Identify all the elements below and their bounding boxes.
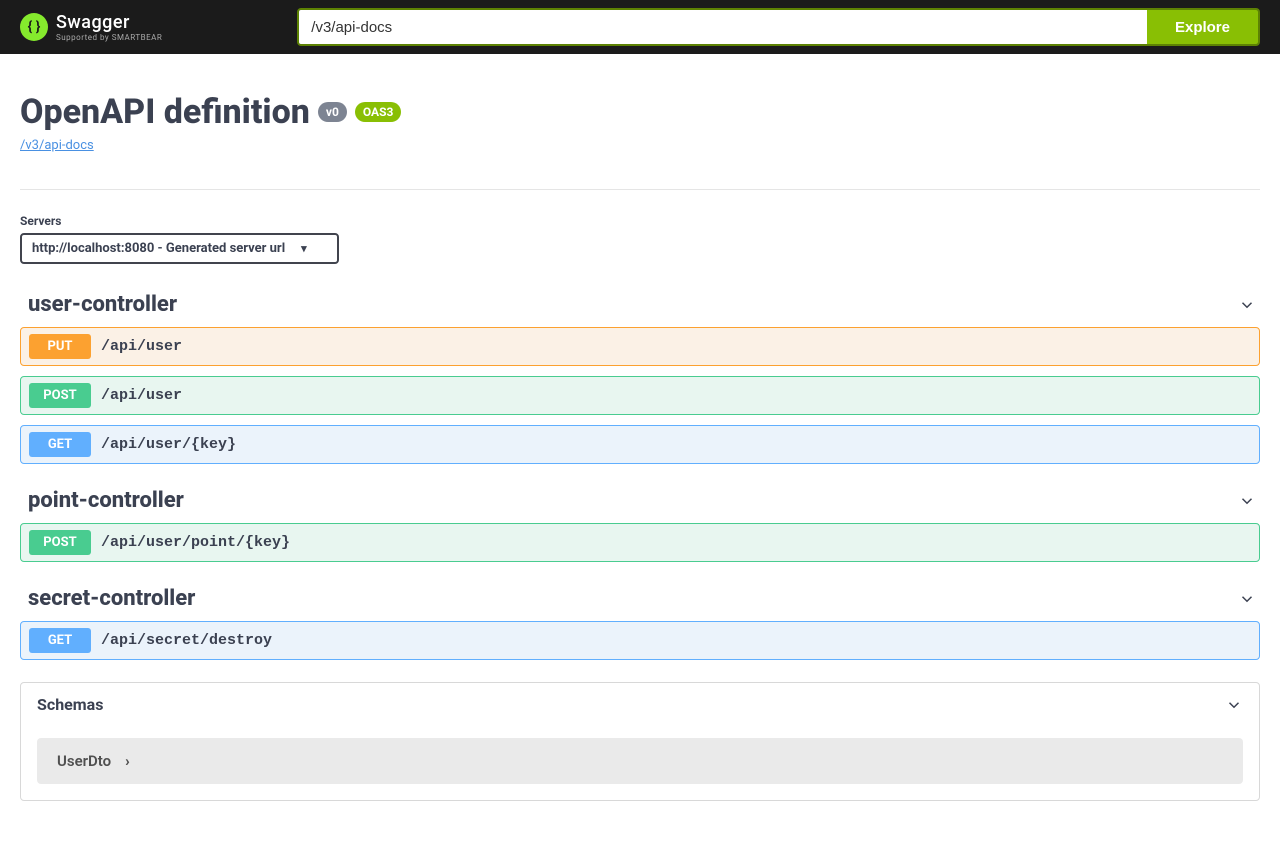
brand-subtitle: Supported by SMARTBEAR (56, 33, 162, 42)
chevron-down-icon (1238, 296, 1256, 314)
page-title: OpenAPI definition (20, 92, 310, 132)
schemas-section: Schemas UserDto › (20, 682, 1260, 801)
http-method-badge: GET (29, 628, 91, 653)
operation-path: /api/user/point/{key} (101, 534, 290, 551)
tag-title: point-controller (28, 488, 184, 513)
url-input[interactable] (299, 10, 1147, 44)
operation-path: /api/user/{key} (101, 436, 236, 453)
schemas-header[interactable]: Schemas (21, 683, 1259, 726)
operation-row[interactable]: POST/api/user (20, 376, 1260, 415)
schema-name: UserDto (57, 752, 111, 770)
swagger-logo-text: Swagger Supported by SMARTBEAR (56, 12, 162, 42)
tag-section-user-controller: user-controllerPUT/api/userPOST/api/user… (20, 282, 1260, 464)
operation-row[interactable]: GET/api/user/{key} (20, 425, 1260, 464)
chevron-down-icon (1238, 590, 1256, 608)
servers-label: Servers (20, 214, 1260, 228)
operation-path: /api/secret/destroy (101, 632, 272, 649)
swagger-logo[interactable]: { } Swagger Supported by SMARTBEAR (20, 12, 162, 42)
operation-path: /api/user (101, 387, 182, 404)
chevron-right-icon: › (125, 752, 130, 770)
oas-badge: OAS3 (355, 102, 402, 122)
operation-path: /api/user (101, 338, 182, 355)
servers-section: Servers http://localhost:8080 - Generate… (20, 190, 1260, 282)
topbar: { } Swagger Supported by SMARTBEAR Explo… (0, 0, 1280, 54)
tag-title: secret-controller (28, 586, 195, 611)
operation-row[interactable]: GET/api/secret/destroy (20, 621, 1260, 660)
chevron-down-icon (1225, 696, 1243, 714)
version-badge: v0 (318, 102, 347, 122)
brand-name: Swagger (56, 12, 162, 33)
tag-section-point-controller: point-controller POST/api/user/point/{key… (20, 478, 1260, 562)
http-method-badge: GET (29, 432, 91, 457)
schemas-title: Schemas (37, 695, 103, 714)
server-select[interactable]: http://localhost:8080 - Generated server… (20, 233, 339, 264)
tag-header[interactable]: user-controller (20, 282, 1260, 327)
operation-row[interactable]: POST/api/user/point/{key} (20, 523, 1260, 562)
chevron-down-icon: ▾ (301, 242, 307, 255)
tag-header[interactable]: secret-controller (20, 576, 1260, 621)
http-method-badge: POST (29, 530, 91, 555)
tag-header[interactable]: point-controller (20, 478, 1260, 523)
tag-title: user-controller (28, 292, 177, 317)
schema-item[interactable]: UserDto › (37, 738, 1243, 784)
explore-button[interactable]: Explore (1147, 10, 1258, 44)
url-search-wrap: Explore (297, 8, 1260, 46)
docs-url-link[interactable]: /v3/api-docs (20, 138, 94, 153)
swagger-logo-icon: { } (20, 13, 48, 41)
http-method-badge: POST (29, 383, 91, 408)
chevron-down-icon (1238, 492, 1256, 510)
api-header: OpenAPI definition v0 OAS3 /v3/api-docs (20, 54, 1260, 163)
http-method-badge: PUT (29, 334, 91, 359)
operation-row[interactable]: PUT/api/user (20, 327, 1260, 366)
server-selected-value: http://localhost:8080 - Generated server… (32, 241, 285, 256)
tag-section-secret-controller: secret-controller GET/api/secret/destroy (20, 576, 1260, 660)
